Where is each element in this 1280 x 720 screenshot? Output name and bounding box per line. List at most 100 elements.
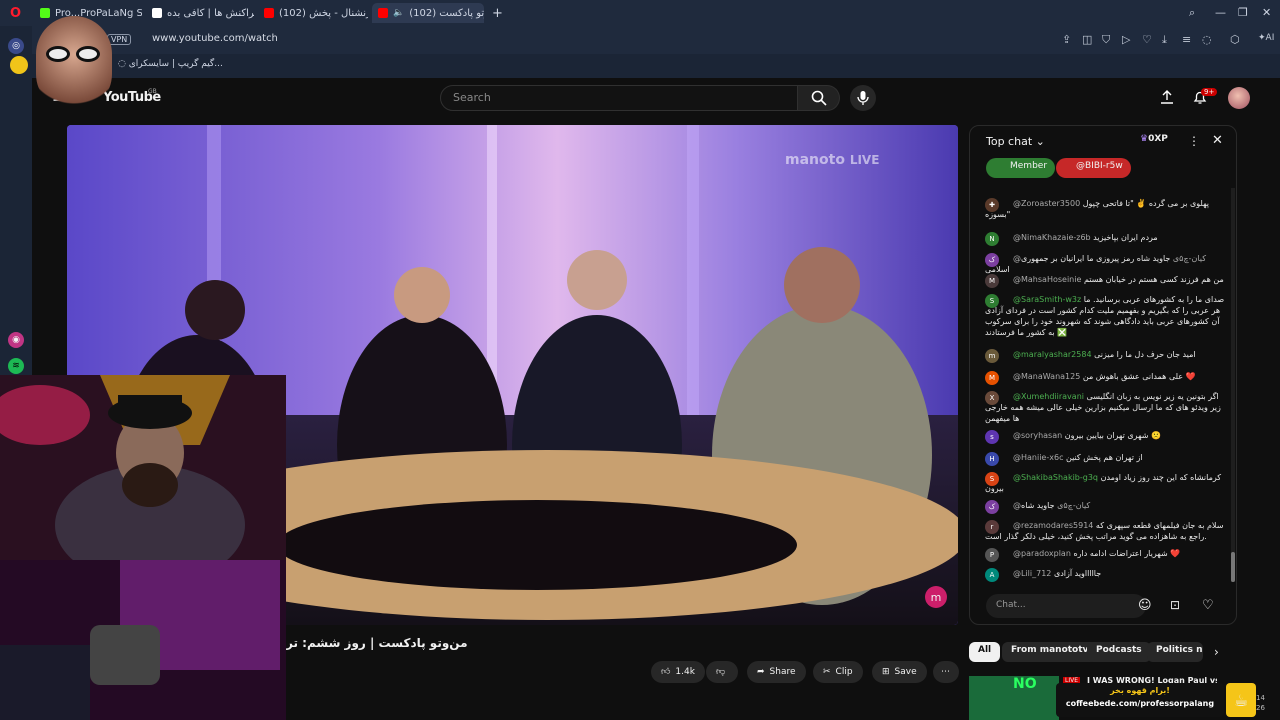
more-options-icon[interactable]: ⋮ — [1188, 134, 1200, 148]
coffee-cup-icon: ☕ — [1226, 683, 1256, 717]
rec-thumbnail[interactable]: NO — [969, 676, 1059, 720]
xp-badge[interactable]: ♛0XP — [1140, 134, 1168, 144]
download-icon[interactable]: ⤓ — [1162, 33, 1167, 47]
speaker-icon[interactable]: 🔈 — [393, 8, 404, 18]
chat-message: ✚ @Zoroaster3500 پهلوی بر می گرده ✌️ "تا … — [985, 198, 1209, 219]
chip-politics[interactable]: Politics ne — [1147, 642, 1203, 662]
chat-message: ک @کیان-چ۵ی جاوید شاه رمز پیروزی ما ایران… — [985, 253, 1207, 274]
notification-badge: 9+ — [1201, 88, 1218, 96]
chat-message: s @soryhasan شهری تهران بیایین بیرون 🙁 — [985, 430, 1225, 444]
url-field[interactable]: www.youtube.com/watch — [152, 33, 278, 44]
bookmark-icon: ◌ — [118, 59, 129, 69]
member-handle-chip[interactable]: @BIBI-r5w — [1056, 158, 1131, 178]
webcam-feed — [0, 375, 286, 720]
avatar: A — [985, 568, 999, 582]
chat-message: P @paradoxplan شهریار اعتراضات ادامه داره… — [985, 548, 1225, 562]
aria-icon[interactable]: ◎ — [8, 38, 24, 54]
extension-icon[interactable]: ⬡ — [1230, 33, 1240, 46]
search-tabs-icon[interactable]: ⌕ — [1189, 6, 1195, 20]
region-label: GB — [148, 88, 157, 95]
avatar: ✚ — [985, 198, 999, 212]
chat-messages: ✚ @Zoroaster3500 پهلوی بر می گرده ✌️ "تا … — [970, 182, 1236, 582]
rec-duration: 14 — [1256, 694, 1265, 702]
search-button[interactable] — [798, 85, 840, 111]
search-input[interactable]: Search — [440, 85, 798, 111]
like-button[interactable]: 👍︎ 1.4k — [651, 661, 705, 683]
chat-input[interactable]: Chat... — [986, 594, 1146, 618]
chat-message: r @rezamodares5914 سلام به جان فیلمهای قط… — [985, 520, 1224, 541]
avatar: S — [985, 294, 999, 308]
chat-message: N @NimaKhazaie-z6b مردم ایران بپاخیزید — [985, 232, 1225, 246]
avatar: M — [985, 274, 999, 288]
save-button[interactable]: ⊞ Save — [872, 661, 927, 683]
opera-menu-icon[interactable]: O — [4, 3, 28, 23]
super-chat-icon[interactable]: ⊡ — [1170, 598, 1180, 612]
webcam-overlay — [0, 375, 286, 720]
voice-search-button[interactable] — [850, 85, 876, 111]
share-button[interactable]: ➦ Share — [747, 661, 806, 683]
close-window-button[interactable]: ✕ — [1262, 6, 1271, 19]
tab-manoto[interactable]: 🔈(102) من‌وتو پادکست — [372, 3, 484, 23]
avatar: ک — [985, 253, 999, 267]
close-chat-button[interactable]: ✕ — [1212, 133, 1223, 148]
upload-icon[interactable] — [1160, 90, 1174, 107]
chip-podcasts[interactable]: Podcasts — [1087, 642, 1151, 662]
rec-duration: 26 — [1256, 704, 1265, 712]
ai-button[interactable]: ✦AI — [1258, 33, 1274, 43]
chat-message: M @MahsaHoseinie من هم فرزند کسی هستم در … — [985, 274, 1225, 288]
manoto-logo-icon: m — [925, 586, 947, 608]
search-icon — [811, 90, 827, 106]
video-title: من‌وتو پادکست | روز ششم: تر — [286, 636, 468, 650]
maximize-button[interactable]: ❐ — [1238, 6, 1248, 19]
emoji-icon[interactable]: ☺ — [1138, 598, 1152, 613]
thumbs-down-icon: 👎︎ — [716, 667, 726, 677]
instagram-icon[interactable]: ◉ — [8, 332, 24, 348]
chat-message: m @maralyashar2584 امید جان حرف دل ما را … — [985, 349, 1225, 363]
scissors-icon: ✂ — [823, 667, 831, 677]
tab-iranintl[interactable]: ایران اینترنشنال - پخش (102) — [258, 3, 368, 23]
chat-scrollbar[interactable] — [1231, 188, 1235, 582]
new-tab-button[interactable]: + — [486, 3, 502, 23]
bookmark-save-icon: ⊞ — [882, 667, 890, 677]
avatar: r — [985, 520, 999, 534]
shield-icon[interactable]: ⛉ — [1102, 33, 1110, 47]
play-icon[interactable]: ▷ — [1122, 33, 1130, 46]
coffee-title: برام قهوه بخر! — [1110, 686, 1170, 695]
spotify-icon[interactable]: ≋ — [8, 358, 24, 374]
profile-icon[interactable]: ◌ — [1202, 33, 1212, 46]
minimize-button[interactable]: — — [1215, 6, 1226, 19]
coffee-banner: برام قهوه بخر! coffeebede.com/professorp… — [1056, 683, 1224, 717]
avatar: s — [985, 430, 999, 444]
account-avatar[interactable] — [1228, 87, 1250, 109]
menu-icon[interactable]: ≡ — [1182, 33, 1191, 46]
avatar: H — [985, 452, 999, 466]
youtube-tab-icon — [378, 8, 388, 18]
heart-reaction-icon[interactable]: ♡ — [1202, 598, 1214, 613]
chat-message: M @ManaWana125 علی همدانی عشق باهوش من ❤️ — [985, 371, 1225, 385]
member-chip[interactable]: Member — [986, 158, 1056, 178]
clip-button[interactable]: ✂ Clip — [813, 661, 863, 683]
browser-tab-bar: O Pro...ProPaLaNg Stream تراکنش ها | کاف… — [0, 0, 1280, 26]
more-actions-button[interactable]: ⋯ — [933, 661, 959, 683]
share-page-icon[interactable]: ⇪ — [1062, 33, 1071, 46]
kick-icon — [40, 8, 50, 18]
chevron-right-icon[interactable]: › — [1214, 645, 1219, 659]
chat-message: ک @کیان-چ۵ی جاوید شاه — [985, 500, 1225, 514]
chip-from-manototv[interactable]: From manototv — [1002, 642, 1098, 662]
dislike-button[interactable]: 👎︎ — [706, 661, 738, 683]
avatar: M — [985, 371, 999, 385]
top-chat-dropdown[interactable]: Top chat ⌄ — [986, 135, 1045, 148]
avatar: N — [985, 232, 999, 246]
chip-all[interactable]: All — [969, 642, 1001, 662]
camera-icon[interactable]: ◫ — [1082, 33, 1092, 46]
tab-coffeebede[interactable]: تراکنش ها | کافی بده — [146, 3, 254, 23]
avatar: S — [985, 472, 999, 486]
bookmark-item[interactable]: ◌ گیم گریپ | سایسکرای... — [118, 59, 223, 69]
mic-icon — [857, 91, 869, 105]
youtube-tab-icon — [264, 8, 274, 18]
live-chat-panel: Top chat ⌄ ♛0XP ⋮ ✕ Member @BIBI-r5w ✚ @Z… — [969, 125, 1237, 625]
chat-message: S @SaraSmith-w3z صدای ما را به کشورهای عر… — [985, 294, 1225, 337]
heart-icon[interactable]: ♡ — [1142, 33, 1152, 46]
chat-message: A @Lili_712 جاااااويد آزادی — [985, 568, 1225, 582]
chat-message: H @Haniie-x6c از تهران هم پخش کنین — [985, 452, 1225, 466]
